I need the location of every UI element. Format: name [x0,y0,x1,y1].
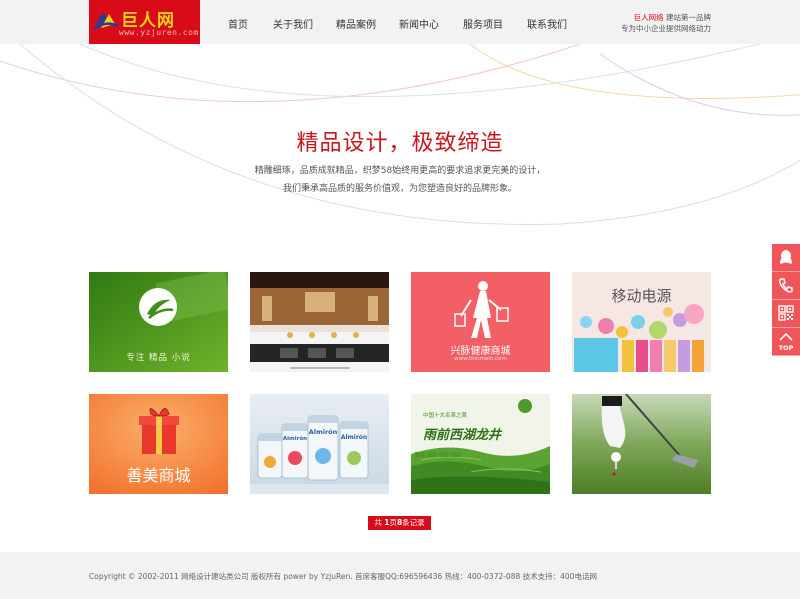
case-card-golf[interactable] [572,394,711,494]
case-card-hotel[interactable] [250,272,389,372]
side-back-to-top-button[interactable]: TOP [772,328,800,356]
back-to-top-icon [779,332,793,341]
nav-item-cases[interactable]: 精品案例 [336,16,376,31]
case-milk-powder-image [250,394,389,494]
nav-item-home[interactable]: 首页 [228,16,248,31]
pager-prefix: 共 [374,518,385,527]
tagline-line2: 专为中小企业提供网络动力 [621,24,711,33]
nav-item-about[interactable]: 关于我们 [273,16,313,31]
case-golf-image [572,394,711,494]
logo-url-text: www.yzjuren.com [119,28,199,37]
header-tagline: 巨人网络 建站第一品牌 专为中小企业提供网络动力 [621,12,711,34]
side-qrcode-button[interactable] [772,300,800,328]
nav-item-services[interactable]: 服务项目 [463,16,503,31]
case-card-shanmei-mall[interactable]: 善美商城 [89,394,228,494]
case-longjing-tea-image [411,394,550,494]
nav-item-contact[interactable]: 联系我们 [527,16,567,31]
hero-desc-line2: 我们秉承高品质的服务价值观，为您塑造良好的品牌形象。 [282,184,517,194]
case-hotel-image [250,272,389,372]
hero-desc-line1: 精雕细琢，品质成就精品，织梦58始终用更高的要求追求更完美的设计， [254,166,546,176]
case-card-novel[interactable]: 专注 精品 小说 [89,272,228,372]
case-health-mall-url: www.thinmain.com [454,356,507,362]
tagline-brand: 巨人网络 [633,13,664,22]
qrcode-icon [778,305,794,321]
hero-title: 精品设计，极致缔造 [296,131,504,156]
case-card-health-mall[interactable]: 兴脉健康商城 www.thinmain.com [411,272,550,372]
case-health-mall-title: 兴脉健康商城 [450,346,511,357]
site-logo[interactable]: 巨人网 www.yzjuren.com [89,0,200,44]
case-power-bank-title: 移动电源 [611,287,672,305]
back-to-top-label: TOP [778,344,794,352]
case-tea-title: 雨前西湖龙井 [423,428,502,443]
hero-description: 精雕细琢，品质成就精品，织梦58始终用更高的要求追求更完美的设计， 我们秉承高品… [0,162,800,198]
case-card-power-bank[interactable]: 移动电源 [572,272,711,372]
case-milk-brand-3: Almirón [340,434,368,441]
qq-icon [780,250,792,264]
floating-side-tools: TOP [772,244,800,356]
logo-mark-icon [93,12,119,31]
side-phone-button[interactable] [772,272,800,300]
nav-item-news[interactable]: 新闻中心 [399,16,439,31]
pager-suffix: 条记录 [402,518,425,527]
site-header: 巨人网 www.yzjuren.com 首页 关于我们 精品案例 新闻中心 服务… [0,0,800,44]
case-milk-brand-2: Almirón [308,428,338,436]
side-qq-button[interactable] [772,244,800,272]
footer-copyright: Copyright © 2002-2011 网络设计建站类公司 版权所有 pow… [89,572,597,581]
case-card-milk-powder[interactable]: Almirón Almirón Almirón [250,394,389,494]
pager-mid: 页 [389,518,397,527]
case-grid: 专注 精品 小说 兴脉健康商城 www.thinmain.com 移动电源 善美… [89,272,711,494]
case-card-longjing-tea[interactable]: 中国十大名茶之首 雨前西湖龙井 [411,394,550,494]
pagination-info: 共 1页8条记录 [368,516,431,530]
phone-icon [778,278,793,293]
tagline-line1: 建站第一品牌 [663,13,711,22]
site-footer: Copyright © 2002-2011 网络设计建站类公司 版权所有 pow… [0,552,800,599]
case-novel-text: 专注 精品 小说 [126,353,191,363]
case-tea-subtitle: 中国十大名茶之首 [423,413,468,419]
case-milk-brand-1: Almirón [282,436,308,442]
case-shanmei-mall-title: 善美商城 [126,466,191,485]
